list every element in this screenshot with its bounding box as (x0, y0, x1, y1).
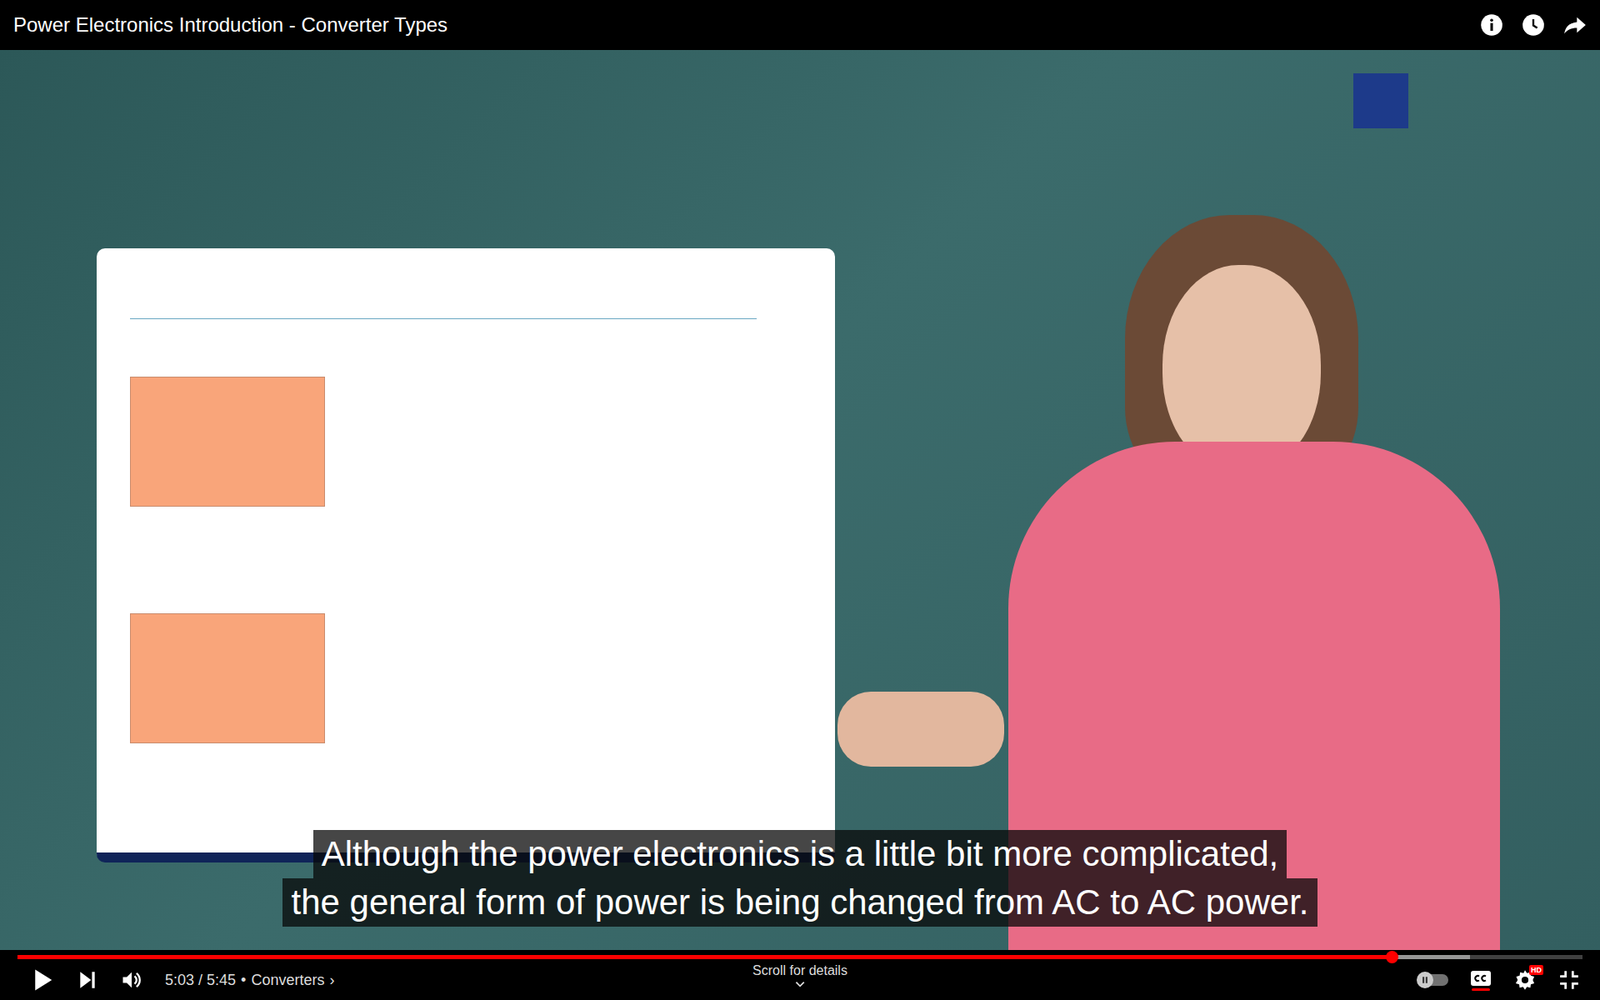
player-controls: 5:03 / 5:45•Converters› Scroll for detail… (0, 950, 1600, 1000)
progress-bar[interactable] (17, 955, 1583, 960)
exit-fullscreen-icon[interactable] (1558, 969, 1580, 991)
toggle-knob (1416, 971, 1434, 989)
presenter-hand (837, 691, 1005, 767)
pause-icon (1420, 975, 1430, 985)
volume-icon[interactable] (120, 968, 144, 992)
clock-icon[interactable] (1521, 13, 1545, 37)
captions-button[interactable] (1470, 969, 1492, 991)
info-icon[interactable] (1480, 13, 1504, 37)
top-actions (1480, 13, 1587, 37)
control-row: 5:03 / 5:45•Converters› Scroll for detail… (0, 963, 1600, 997)
chevron-down-icon (794, 978, 806, 990)
caption-line: Although the power electronics is a litt… (313, 830, 1288, 879)
scroll-hint[interactable]: Scroll for details (752, 963, 848, 990)
caption-line: the general form of power is being chang… (282, 878, 1317, 927)
autoplay-toggle[interactable] (1418, 974, 1449, 986)
logo-block (1353, 73, 1409, 129)
chapter-title[interactable]: Converters (250, 971, 325, 990)
video-frame[interactable]: Although the power electronics is a litt… (0, 50, 1600, 950)
progress-fill (17, 955, 1392, 960)
top-bar: Power Electronics Introduction - Convert… (0, 0, 1600, 50)
time-text: 5:03 / 5:45 (165, 971, 236, 990)
captions: Although the power electronics is a litt… (0, 830, 1600, 927)
left-controls: 5:03 / 5:45•Converters› (30, 967, 335, 993)
settings-button[interactable]: HD (1513, 968, 1537, 992)
right-controls: HD (1418, 968, 1580, 992)
scrubber[interactable] (1385, 950, 1399, 964)
video-title[interactable]: Power Electronics Introduction - Convert… (13, 13, 448, 37)
captions-on-indicator (1471, 988, 1490, 991)
share-icon[interactable] (1563, 13, 1587, 37)
separator: • (240, 971, 246, 990)
slide-card (96, 248, 835, 863)
time-display: 5:03 / 5:45•Converters› (165, 971, 335, 990)
scroll-hint-text: Scroll for details (752, 963, 848, 979)
next-icon[interactable] (76, 969, 99, 991)
slide-box (130, 376, 325, 507)
slide-box (130, 613, 325, 744)
quality-badge: HD (1529, 965, 1544, 975)
captions-icon (1470, 969, 1492, 988)
play-icon[interactable] (30, 967, 55, 993)
chapter-arrow[interactable]: › (329, 971, 335, 990)
slide-rule (130, 318, 757, 320)
